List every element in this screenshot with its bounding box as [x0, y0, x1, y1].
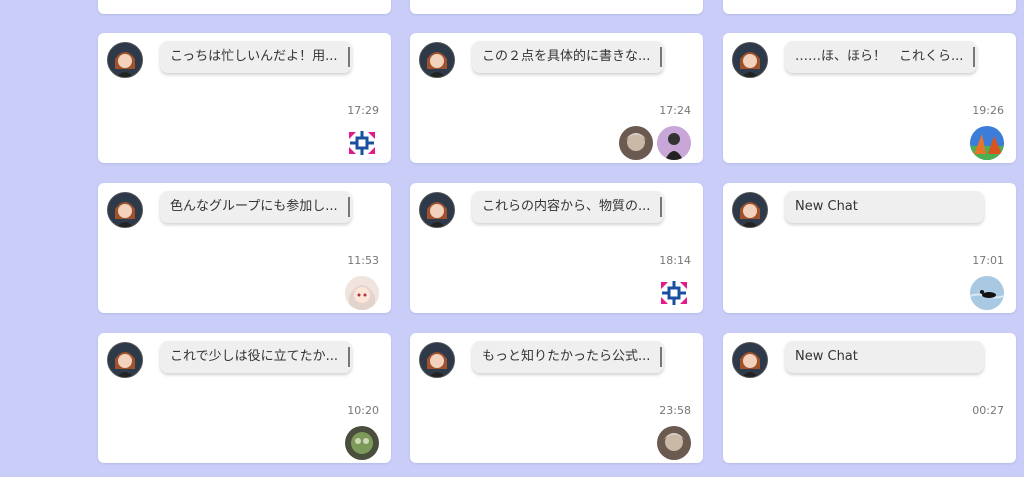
message-preview: これで少しは役に立てたか... — [160, 341, 353, 373]
chat-card[interactable]: ……ほ、ほら！ これくら... 19:26 — [723, 33, 1016, 163]
timestamp: 19:26 — [972, 104, 1004, 117]
user-avatar — [732, 192, 768, 228]
user-avatar — [732, 42, 768, 78]
user-avatar — [107, 192, 143, 228]
timestamp: 18:14 — [659, 254, 691, 267]
user-avatar — [419, 192, 455, 228]
chat-card[interactable]: これらの内容から、物質の... 18:14 — [410, 183, 703, 313]
user-avatar — [107, 342, 143, 378]
landscape-avatar-icon — [970, 126, 1004, 160]
chat-card-partial[interactable] — [723, 0, 1016, 14]
timestamp: 17:01 — [972, 254, 1004, 267]
chat-card[interactable]: この２点を具体的に書きな... 17:24 — [410, 33, 703, 163]
grey-character-avatar-icon — [619, 126, 653, 160]
chat-card[interactable]: こっちは忙しいんだよ！用... 17:29 — [98, 33, 391, 163]
chat-card-partial[interactable] — [98, 0, 391, 14]
user-avatar — [732, 342, 768, 378]
user-avatar — [419, 342, 455, 378]
message-preview: この２点を具体的に書きな... — [472, 41, 665, 73]
bird-on-water-avatar-icon — [970, 276, 1004, 310]
blue-pink-arrows-logo-icon — [657, 276, 691, 310]
user-avatar — [107, 42, 143, 78]
message-preview: これらの内容から、物質の... — [472, 191, 665, 223]
message-preview: New Chat — [785, 191, 984, 223]
timestamp: 17:24 — [659, 104, 691, 117]
blue-pink-arrows-logo-icon — [345, 126, 379, 160]
user-avatar — [419, 42, 455, 78]
chat-card[interactable]: 色んなグループにも参加し... 11:53 — [98, 183, 391, 313]
timestamp: 10:20 — [347, 404, 379, 417]
timestamp: 17:29 — [347, 104, 379, 117]
chat-card[interactable]: New Chat 17:01 — [723, 183, 1016, 313]
message-preview: もっと知りたかったら公式... — [472, 341, 665, 373]
chat-card[interactable]: これで少しは役に立てたか... 10:20 — [98, 333, 391, 463]
purple-silhouette-avatar-icon — [657, 126, 691, 160]
timestamp: 00:27 — [972, 404, 1004, 417]
green-character-avatar-icon — [345, 426, 379, 460]
anime-girl-avatar-icon — [345, 276, 379, 310]
timestamp: 11:53 — [347, 254, 379, 267]
chat-card[interactable]: もっと知りたかったら公式... 23:58 — [410, 333, 703, 463]
timestamp: 23:58 — [659, 404, 691, 417]
message-preview: こっちは忙しいんだよ！用... — [160, 41, 352, 73]
grey-character-avatar-icon — [657, 426, 691, 460]
message-preview: ……ほ、ほら！ これくら... — [785, 41, 978, 73]
message-preview: New Chat — [785, 341, 984, 373]
message-preview: 色んなグループにも参加し... — [160, 191, 352, 223]
chat-card-partial[interactable] — [410, 0, 703, 14]
chat-card[interactable]: New Chat 00:27 — [723, 333, 1016, 463]
